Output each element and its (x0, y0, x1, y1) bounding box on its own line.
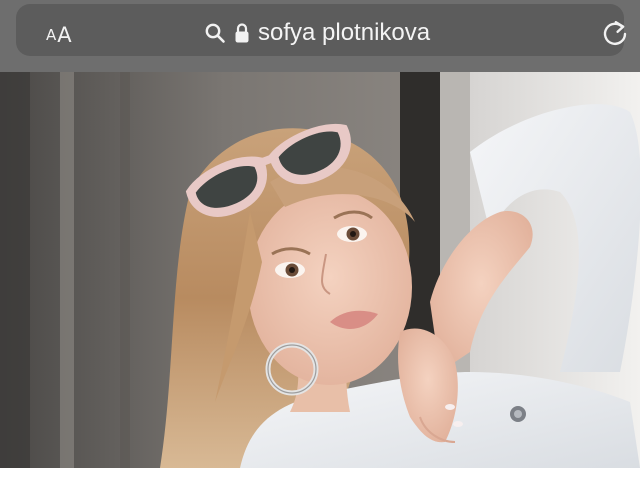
reload-button[interactable] (600, 18, 630, 48)
page-bottom-area (0, 468, 640, 479)
text-size-small-glyph: A (46, 26, 57, 44)
browser-top-bar: A A sofya plotnikova (0, 0, 640, 72)
text-size-large-glyph: A (57, 23, 72, 47)
text-size-icon: A A (46, 22, 72, 48)
browser-window: A A sofya plotnikova (0, 0, 640, 479)
address-bar[interactable]: A A sofya plotnikova (16, 4, 627, 56)
reload-icon (600, 18, 630, 48)
address-text: sofya plotnikova (258, 19, 431, 46)
text-size-button[interactable]: A A (46, 18, 72, 48)
lock-icon (234, 22, 250, 44)
profile-photo (0, 72, 640, 468)
photo-illustration (0, 72, 640, 468)
search-icon (204, 22, 226, 44)
address-field[interactable]: sofya plotnikova (204, 16, 430, 50)
